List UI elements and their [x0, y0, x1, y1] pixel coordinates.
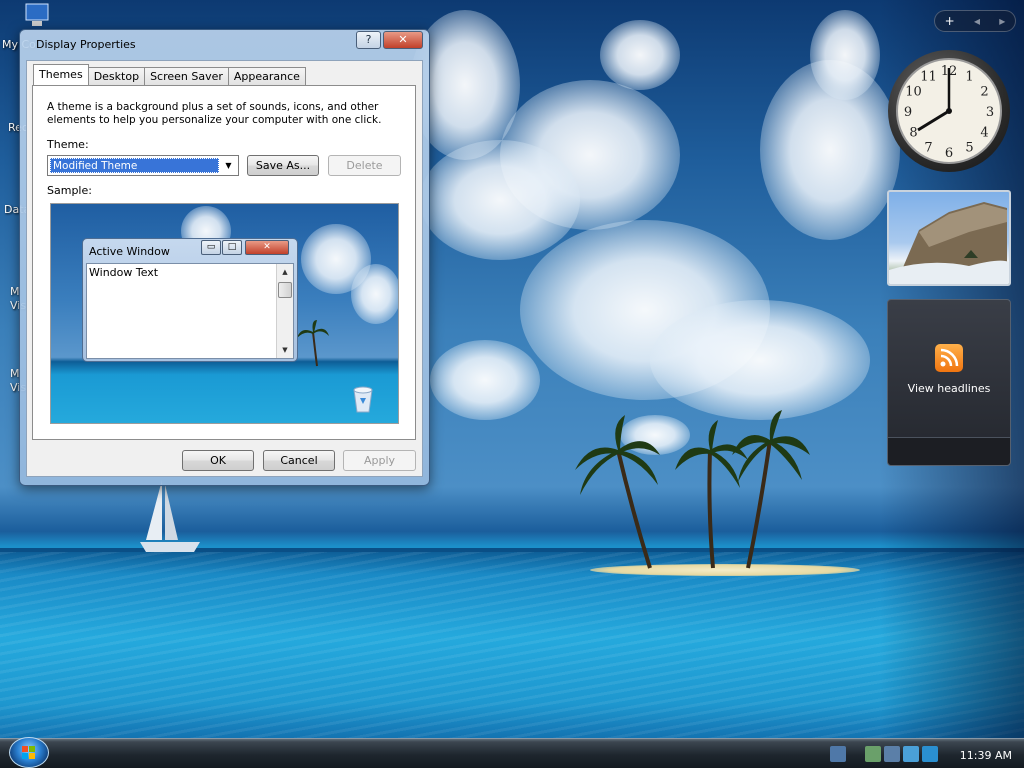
window-text-sample: Window Text	[89, 266, 159, 279]
active-window-preview: Active Window ▭ □ ✕ Window Text ▲ ▼	[82, 238, 298, 362]
maximize-icon: □	[222, 240, 242, 255]
taskbar-clock[interactable]: 11:39 AM	[960, 749, 1012, 762]
feed-headlines-gadget[interactable]: View headlines	[887, 299, 1011, 466]
wallpaper-cloud	[420, 140, 580, 260]
theme-dropdown[interactable]: Modified Theme ▼	[47, 155, 239, 176]
slideshow-gadget[interactable]	[887, 190, 1011, 286]
wallpaper-cloud	[430, 340, 540, 420]
tab-strip: Themes Desktop Screen Saver Appearance	[33, 64, 306, 85]
title-bar[interactable]: Display Properties ? ✕	[20, 30, 429, 56]
clock-numeral: 4	[980, 126, 988, 141]
wallpaper-cloud	[600, 20, 680, 90]
cancel-button[interactable]: Cancel	[263, 450, 335, 471]
recycle-bin-icon	[353, 386, 373, 413]
tab-desktop[interactable]: Desktop	[87, 67, 146, 85]
chevron-down-icon[interactable]: ▼	[220, 157, 237, 174]
clock-face: 121234567891011	[896, 58, 1002, 164]
preview-cloud	[351, 264, 398, 324]
clock-numeral: 3	[986, 105, 994, 120]
volume-icon[interactable]	[903, 746, 919, 762]
theme-dropdown-value: Modified Theme	[50, 158, 219, 173]
active-window-client: Window Text ▲ ▼	[86, 263, 294, 359]
dialog-client-area: Themes Desktop Screen Saver Appearance A…	[26, 60, 423, 477]
keyboard-icon[interactable]	[830, 746, 846, 762]
clock-numeral: 11	[920, 69, 937, 84]
start-button[interactable]	[9, 737, 49, 768]
tab-appearance[interactable]: Appearance	[227, 67, 306, 85]
mountain-photo	[889, 202, 1009, 284]
window-title: Display Properties	[36, 38, 136, 51]
theme-label: Theme:	[47, 138, 89, 151]
preview-palm-icon	[297, 320, 329, 367]
scroll-up-arrow-icon: ▲	[282, 268, 288, 276]
minimize-icon: ▭	[201, 240, 221, 255]
feed-footer	[888, 437, 1010, 465]
previous-page-button[interactable]: ◂	[974, 14, 980, 28]
wallpaper-sea	[0, 552, 1024, 738]
add-gadget-button[interactable]: +	[945, 14, 955, 28]
palm-trees-illustration	[575, 410, 810, 569]
rss-feed-icon	[935, 343, 963, 372]
computer-icon	[25, 3, 49, 26]
clock-numeral: 9	[904, 105, 912, 120]
sidebar-controls: + ◂ ▸	[934, 10, 1016, 32]
scroll-thumb	[278, 282, 292, 298]
view-headlines-link[interactable]: View headlines	[908, 382, 991, 395]
delete-button[interactable]: Delete	[328, 155, 401, 176]
taskbar: 11:39 AM	[0, 738, 1024, 768]
preview-scrollbar: ▲ ▼	[276, 264, 293, 358]
theme-description: A theme is a background plus a set of so…	[47, 101, 382, 126]
sample-label: Sample:	[47, 184, 92, 197]
clock-numeral: 8	[909, 126, 917, 141]
tab-themes[interactable]: Themes	[33, 64, 89, 85]
active-window-title: Active Window	[89, 245, 170, 258]
clock-gadget[interactable]: 121234567891011	[888, 50, 1010, 172]
network-icon[interactable]	[865, 746, 881, 762]
clock-numeral: 5	[965, 141, 973, 156]
display-icon[interactable]	[884, 746, 900, 762]
close-icon: ✕	[245, 240, 289, 255]
ok-button[interactable]: OK	[182, 450, 254, 471]
display-properties-dialog: Display Properties ? ✕ Themes Desktop Sc…	[19, 29, 430, 486]
apply-button[interactable]: Apply	[343, 450, 416, 471]
wallpaper-cloud	[810, 10, 880, 100]
theme-preview: Active Window ▭ □ ✕ Window Text ▲ ▼	[50, 203, 399, 424]
clock-numeral: 7	[924, 141, 932, 156]
scroll-down-arrow-icon: ▼	[282, 346, 288, 354]
notification-area: 11:39 AM	[830, 742, 1024, 766]
help-button[interactable]: ?	[356, 31, 381, 49]
tab-screen-saver[interactable]: Screen Saver	[144, 67, 229, 85]
tray-app-icon[interactable]	[922, 746, 938, 762]
save-as-button[interactable]: Save As...	[247, 155, 319, 176]
clock-numeral: 10	[905, 85, 922, 100]
close-button[interactable]: ✕	[383, 31, 423, 49]
clock-numeral: 6	[945, 146, 953, 161]
themes-tab-page: A theme is a background plus a set of so…	[32, 85, 416, 440]
windows-logo-icon	[22, 746, 35, 759]
wallpaper-cloud	[650, 300, 870, 420]
sailboat-illustration	[140, 480, 200, 552]
next-page-button[interactable]: ▸	[999, 14, 1005, 28]
clock-numeral: 1	[965, 69, 973, 84]
clock-numeral: 2	[980, 85, 988, 100]
